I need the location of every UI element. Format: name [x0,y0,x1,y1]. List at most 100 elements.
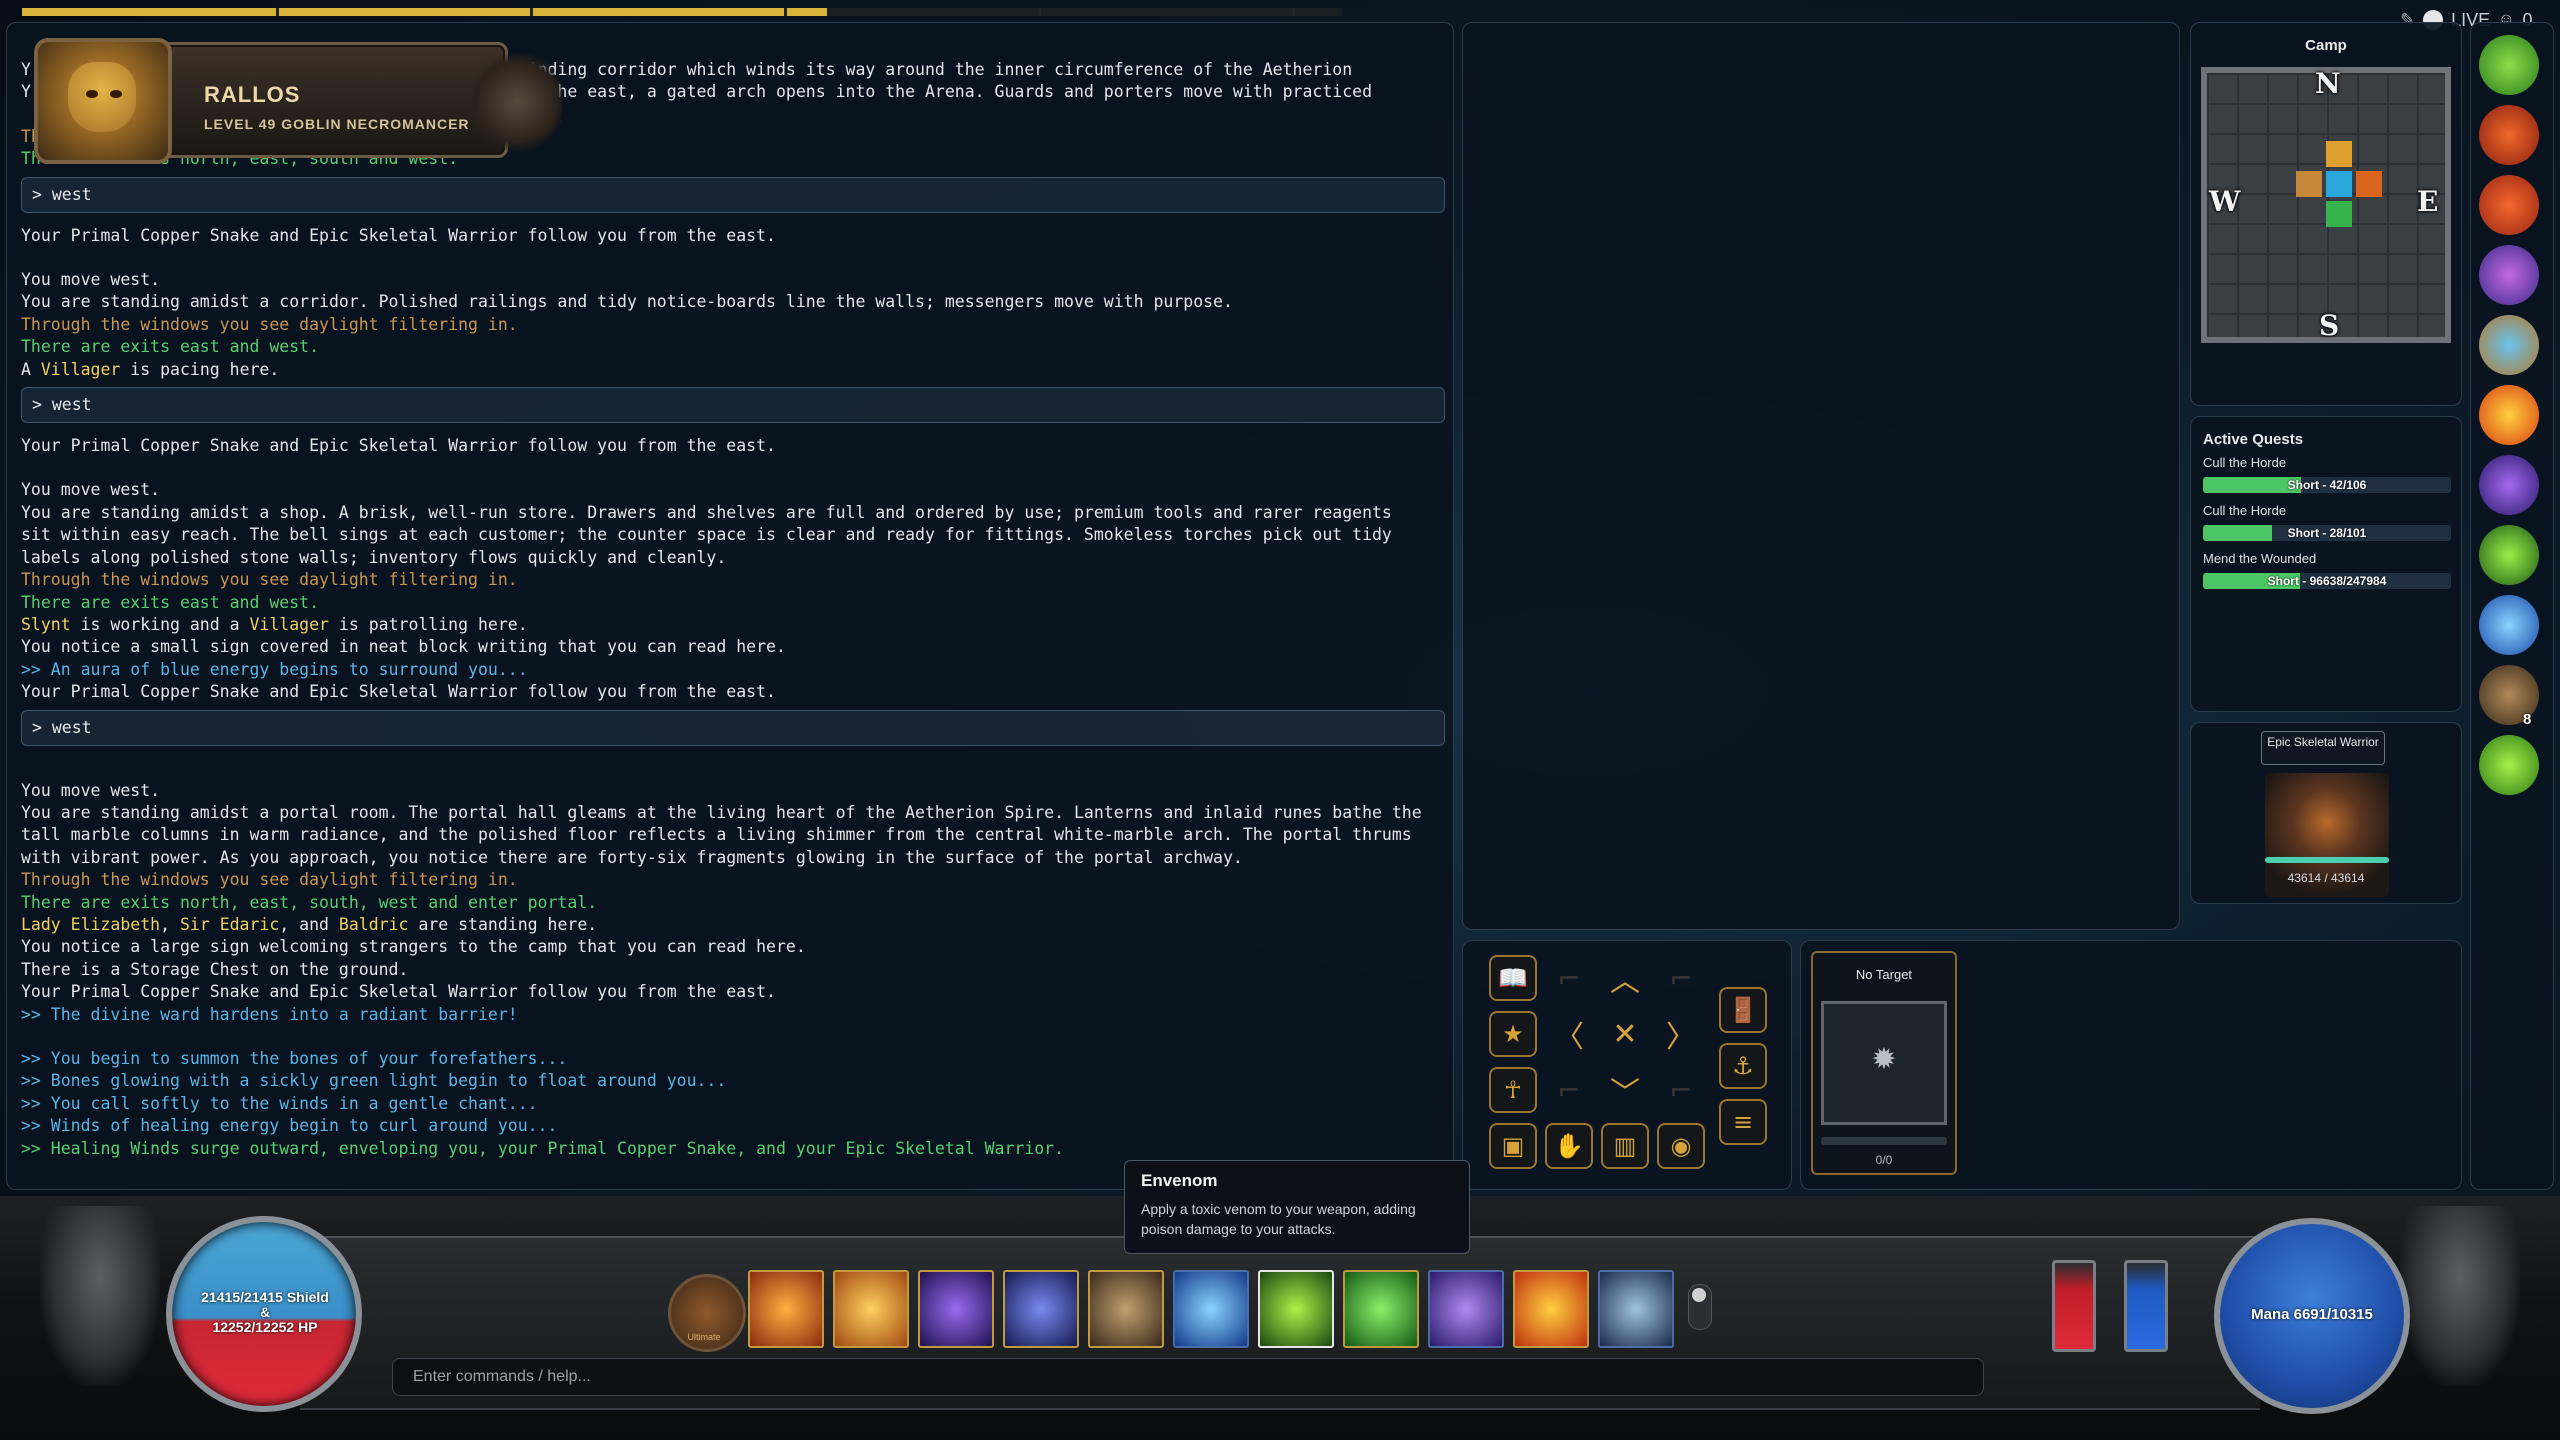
heal-plus-icon[interactable] [2479,35,2539,95]
gear-icon: ✹ [1871,1043,1897,1076]
hp-value: 12252/12252 HP [212,1319,318,1335]
character-plate[interactable]: RALLOS LEVEL 49 GOBLIN NECROMANCER [12,32,572,164]
log-npc-name[interactable]: Slynt [21,615,71,634]
green-wind-icon[interactable] [2479,735,2539,795]
tooltip-description: Apply a toxic venom to your weapon, addi… [1141,1201,1416,1237]
log-line: sit within easy reach. The bell sings at… [21,525,1392,545]
log-npc-name[interactable]: Villager [249,615,328,634]
south-button[interactable]: ﹀ [1601,1067,1649,1113]
backpack-icon[interactable]: ▣ [1489,1123,1537,1169]
fire-sword-icon[interactable] [2479,105,2539,165]
blue-ward-icon[interactable] [2479,595,2539,655]
log-line: Through the windows you see daylight fil… [21,870,518,890]
log-line: You notice a small sign covered in neat … [21,637,786,657]
summon-count-badge: 8 [2523,711,2532,728]
mana-potion-icon[interactable] [2124,1260,2168,1352]
flame-blade-icon[interactable] [833,1270,909,1348]
envenom-icon[interactable] [1258,1270,1334,1348]
west-button[interactable]: 〈 [1545,1011,1593,1057]
blue-ward-icon[interactable] [1173,1270,1249,1348]
quest-progress-bar: Short - 96638/247984 [2203,573,2451,589]
log-line: Slynt is working and a Villager is patro… [21,614,1441,636]
game-log-panel[interactable]: Y winding corridor which winds its way a… [6,22,1454,1190]
north-button[interactable]: ︿ [1601,955,1649,1001]
health-potion-icon[interactable] [2052,1260,2096,1352]
log-text-part: are standing here. [408,914,598,934]
target-panel: No Target ✹ 0/0 [1800,940,2462,1190]
fire-burst-icon[interactable] [748,1270,824,1348]
log-line: You move west. [21,270,161,290]
map-icon[interactable]: ▥ [1601,1123,1649,1169]
log-line: >> The divine ward hardens into a radian… [21,1004,518,1024]
east-button[interactable]: 〉 [1657,1011,1705,1057]
command-input[interactable] [392,1358,1984,1396]
experience-bar-tick [530,8,533,16]
log-line: >> Bones glowing with a sickly green lig… [21,1071,727,1091]
log-command-echo: > west [21,709,1445,746]
tooltip-title: Envenom [1141,1171,1218,1190]
fire-orb-icon[interactable] [2479,385,2539,445]
stop-button[interactable]: ✕ [1601,1011,1649,1057]
log-npc-name[interactable]: Baldric [339,915,409,934]
eye-icon[interactable]: ◉ [1657,1123,1705,1169]
northeast-disabled-button: ⌐ [1669,961,1693,995]
target-card[interactable]: No Target ✹ 0/0 [1811,951,1957,1175]
log-npc-name[interactable]: Lady Elizabeth [21,915,160,934]
log-npc-name[interactable]: Villager [41,360,120,379]
character-name: RALLOS [204,82,301,107]
quest-name[interactable]: Cull the Horde [2203,503,2286,518]
minimap[interactable]: N S E W [2201,67,2451,343]
spellbook-icon[interactable]: 📖 [1489,955,1537,1001]
log-text-part: , and [279,914,339,934]
gargoyle-left-icon [40,1206,160,1386]
experience-bar-fill [22,8,828,16]
movement-panel: 📖 ⌐ ︿ ⌐ 🚪 ★ 〈 ✕ 〉 ⚓ ☥ ⌐ ﹀ ⌐ ≡ ▣ ✋ ▥ ◉ [1462,940,1792,1190]
pet-panel[interactable]: Epic Skeletal Warrior 43614 / 43614 [2190,722,2462,904]
log-line: >> Healing Winds surge outward, envelopi… [21,1138,1065,1158]
player-marker-icon [2326,171,2352,197]
log-command-echo: > west [21,387,1445,424]
menu-icon[interactable]: ≡ [1719,1099,1767,1145]
quest-name[interactable]: Mend the Wounded [2203,551,2316,566]
mana-text: Mana 6691/10315 [2251,1306,2373,1323]
compass-west: W [2209,185,2241,218]
skeleton-summon-icon[interactable] [1598,1270,1674,1348]
gargoyle-right-icon [2400,1206,2520,1386]
violet-shield-icon[interactable] [1428,1270,1504,1348]
target-label: No Target [1855,967,1913,982]
quest-progress-bar: Short - 42/106 [2203,477,2451,493]
hotbar-scroll-handle[interactable] [1692,1288,1706,1302]
door-icon[interactable]: 🚪 [1719,987,1767,1033]
shadow-claw-icon[interactable] [918,1270,994,1348]
target-portrait-frame: ✹ [1821,1001,1947,1125]
active-quests-panel: Active Quests Cull the Horde Short - 42/… [2190,416,2462,712]
log-line: There are exits north, east, south, west… [21,892,598,912]
character-icon[interactable]: ☥ [1489,1067,1537,1113]
log-line: Your Primal Copper Snake and Epic Skelet… [21,982,776,1002]
hand-icon[interactable]: ✋ [1545,1123,1593,1169]
experience-bar [22,8,1342,16]
log-line: You are standing amidst a corridor. Poli… [21,292,1233,312]
log-line: There are exits east and west. [21,337,320,357]
quest-name[interactable]: Cull the Horde [2203,455,2286,470]
crystal-gems-icon[interactable] [2479,245,2539,305]
warrior-shield-icon[interactable] [1088,1270,1164,1348]
fire-crest-icon[interactable] [2479,175,2539,235]
shield-value: 21415/21415 Shield [201,1289,329,1305]
fire-orb-icon[interactable] [1513,1270,1589,1348]
log-line: tall marble columns in warm radiance, an… [21,825,1412,845]
green-wind-icon[interactable] [1343,1270,1419,1348]
log-line: You notice a large sign welcoming strang… [21,937,806,957]
star-icon[interactable]: ★ [1489,1011,1537,1057]
blue-book-icon[interactable] [2479,315,2539,375]
anchor-icon[interactable]: ⚓ [1719,1043,1767,1089]
goblin-face [68,62,136,132]
log-spacer [21,758,1441,780]
green-leaf-icon[interactable] [2479,525,2539,585]
log-text-part: is working and a [70,614,250,634]
demon-ornament-icon [472,52,562,152]
log-npc-name[interactable]: Sir Edaric [180,915,279,934]
fire-marker-icon [2356,171,2382,197]
void-strike-icon[interactable] [1003,1270,1079,1348]
violet-shield-icon[interactable] [2479,455,2539,515]
